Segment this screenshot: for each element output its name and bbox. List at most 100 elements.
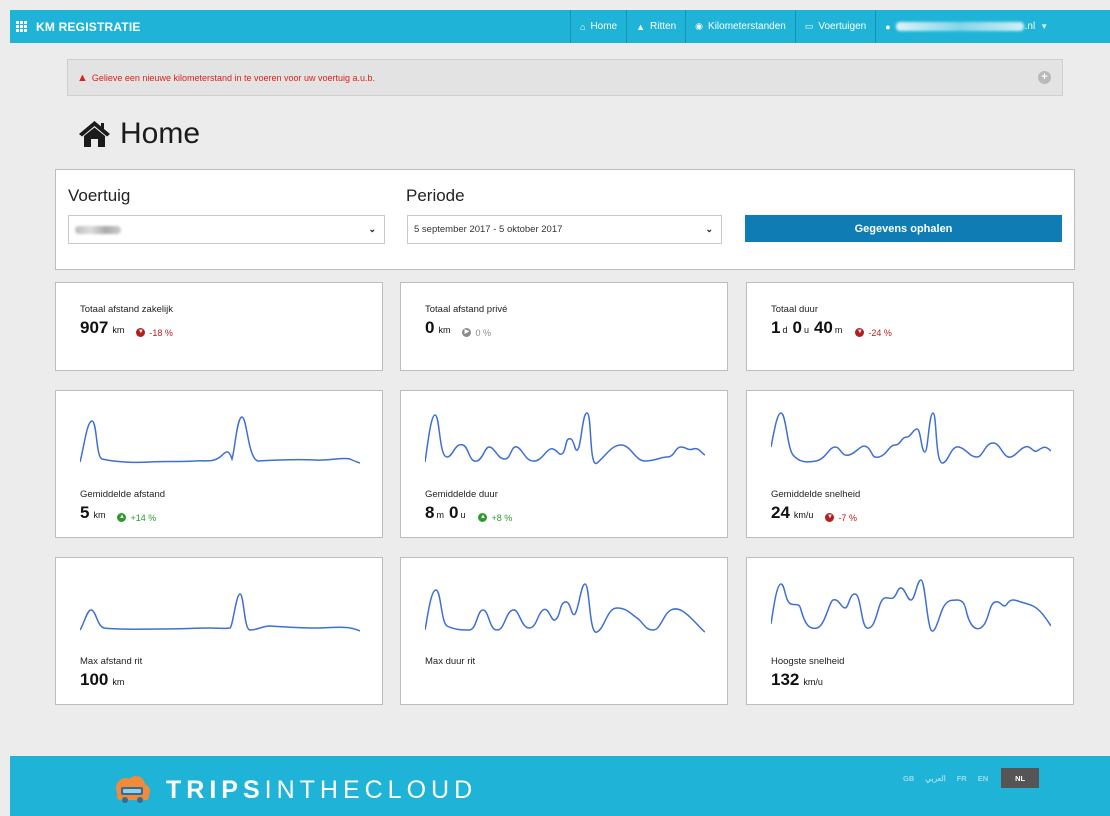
vehicle-label: Voertuig [68, 186, 131, 205]
value-number: 24 [771, 503, 790, 522]
card-title: Gemiddelde snelheid [771, 489, 861, 500]
value-number: 132 [771, 670, 800, 689]
unit-minutes: m [436, 510, 444, 520]
value-minutes: 8 [425, 503, 435, 522]
top-navbar: KM REGISTRATIE ⌂ Home ▲ Ritten ◉ Kilomet… [10, 10, 1110, 43]
dashboard-icon: ◉ [695, 21, 704, 31]
home-icon: ⌂ [580, 21, 586, 32]
sparkline-chart [80, 593, 360, 632]
lang-fr[interactable]: FR [957, 774, 967, 783]
trend-badge: ▲ +14 % [117, 513, 156, 523]
warning-icon: ▲ [77, 71, 88, 84]
card-value: 907 km ▼ -18 % [80, 318, 173, 338]
card-avg-distance: Gemiddelde afstand 5 km ▲ +14 % [55, 390, 383, 538]
card-value: 8 m 0 u ▲ +8 % [425, 503, 512, 523]
card-max-speed: Hoogste snelheid 132 km/u [746, 557, 1074, 705]
card-max-duration: Max duur rit [400, 557, 728, 705]
filter-panel: Voertuig ⌄ Periode 5 september 2017 - 5 … [55, 169, 1075, 270]
value-unit: km/u [803, 677, 823, 687]
lang-gb[interactable]: GB [903, 774, 914, 783]
fetch-data-button[interactable]: Gegevens ophalen [745, 215, 1062, 242]
card-business-distance: Totaal afstand zakelijk 907 km ▼ -18 % [55, 282, 383, 371]
chevron-down-icon: ⌄ [368, 224, 376, 234]
nav-user-menu[interactable]: ● .nl ▼ [875, 10, 1110, 43]
chevron-down-icon: ⌄ [705, 224, 713, 234]
trend-badge: ▼ -7 % [825, 513, 857, 523]
trend-value: -18 % [149, 327, 173, 338]
card-title: Totaal afstand zakelijk [80, 304, 173, 315]
value-unit: km/u [793, 510, 814, 520]
vehicle-select[interactable]: ⌄ [68, 215, 385, 244]
page-title-text: Home [120, 117, 201, 150]
cloud-car-icon [116, 776, 150, 803]
unit-hours: u [803, 325, 809, 335]
lang-nl-active[interactable]: NL [1001, 768, 1040, 788]
trend-value: +8 % [491, 512, 513, 523]
expand-plus-icon[interactable]: + [1038, 71, 1051, 84]
nav-ritten[interactable]: ▲ Ritten [626, 10, 685, 43]
nav-kilometerstanden-label: Kilometerstanden [708, 21, 786, 32]
card-avg-duration: Gemiddelde duur 8 m 0 u ▲ +8 % [400, 390, 728, 538]
unit-hours: u [460, 510, 466, 520]
card-private-distance: Totaal afstand privé 0 km ▶ 0 % [400, 282, 728, 371]
card-title: Totaal afstand privé [425, 304, 508, 315]
trend-value: -7 % [838, 512, 857, 523]
card-value: 24 km/u ▼ -7 % [771, 503, 857, 523]
card-avg-speed: Gemiddelde snelheid 24 km/u ▼ -7 % [746, 390, 1074, 538]
trend-badge: ▶ 0 % [462, 328, 491, 338]
trend-badge: ▼ -18 % [136, 328, 173, 338]
road-icon: ▲ [636, 21, 646, 32]
value-days: 1 [771, 318, 781, 337]
arrow-down-icon: ▼ [136, 328, 146, 337]
value-number: 907 [80, 318, 109, 337]
card-value: 0 km ▶ 0 % [425, 318, 491, 338]
home-icon [79, 121, 110, 147]
card-title: Hoogste snelheid [771, 656, 845, 667]
trend-badge: ▼ -24 % [855, 328, 892, 338]
value-unit: km [112, 677, 125, 687]
card-title: Max duur rit [425, 656, 476, 667]
trend-value: +14 % [130, 512, 157, 523]
caret-down-icon: ▼ [1040, 22, 1049, 31]
arrow-down-icon: ▼ [855, 328, 865, 337]
alert-banner: ▲ Gelieve een nieuwe kilometerstand in t… [67, 59, 1063, 96]
value-unit: km [112, 325, 125, 335]
footer: TRIPSINTHECLOUD GB العربي FR EN NL [10, 756, 1110, 816]
value-number: 100 [80, 670, 109, 689]
value-number: 5 [80, 503, 90, 522]
arrow-right-icon: ▶ [462, 328, 472, 337]
language-switcher: GB العربي FR EN NL [903, 768, 1050, 788]
nav-home-label: Home [590, 21, 618, 32]
card-value: 1 d 0 u 40 m ▼ -24 % [771, 318, 892, 338]
arrow-up-icon: ▲ [117, 513, 127, 522]
nav-home[interactable]: ⌂ Home [570, 10, 626, 43]
sparkline-chart [425, 412, 705, 464]
nav-voertuigen[interactable]: ▭ Voertuigen [794, 10, 875, 43]
car-icon: ▭ [804, 21, 814, 31]
lang-en[interactable]: EN [978, 774, 988, 783]
period-value: 5 september 2017 - 5 oktober 2017 [414, 224, 563, 235]
card-title: Gemiddelde duur [425, 489, 498, 500]
trend-badge: ▲ +8 % [478, 513, 512, 523]
value-number: 0 [425, 318, 435, 337]
card-title: Totaal duur [771, 304, 819, 315]
footer-logo[interactable]: TRIPSINTHECLOUD [112, 774, 477, 806]
logo-text: TRIPSINTHECLOUD [166, 775, 478, 804]
lang-ar[interactable]: العربي [925, 774, 945, 783]
card-value: 5 km ▲ +14 % [80, 503, 156, 523]
card-total-duration: Totaal duur 1 d 0 u 40 m ▼ -24 % [746, 282, 1074, 371]
nav-kilometerstanden[interactable]: ◉ Kilometerstanden [685, 10, 795, 43]
value-unit: km [438, 325, 451, 335]
card-value: 100 km [80, 670, 128, 690]
card-max-distance: Max afstand rit 100 km [55, 557, 383, 705]
arrow-down-icon: ▼ [825, 513, 835, 522]
value-unit: km [93, 510, 106, 520]
page-title: Home [78, 117, 200, 151]
grid-icon [16, 21, 30, 32]
nav-voertuigen-label: Voertuigen [818, 21, 867, 32]
period-select[interactable]: 5 september 2017 - 5 oktober 2017 ⌄ [407, 215, 722, 244]
vehicle-value-redacted [75, 225, 121, 234]
brand[interactable]: KM REGISTRATIE [10, 10, 570, 43]
trend-value: 0 % [475, 327, 491, 338]
card-value: 132 km/u [771, 670, 827, 690]
